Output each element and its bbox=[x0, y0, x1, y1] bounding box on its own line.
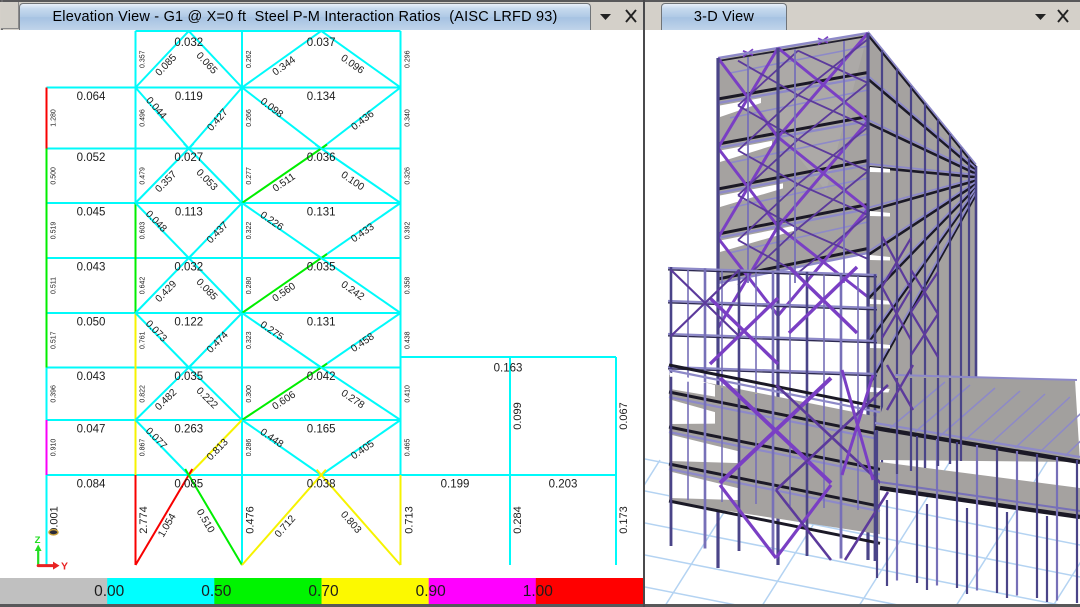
svg-text:0.042: 0.042 bbox=[307, 371, 336, 383]
svg-text:0.803: 0.803 bbox=[338, 509, 363, 536]
svg-text:0.396: 0.396 bbox=[50, 385, 57, 403]
svg-text:0.500: 0.500 bbox=[50, 167, 57, 185]
svg-text:0.073: 0.073 bbox=[143, 319, 169, 345]
svg-text:0.131: 0.131 bbox=[307, 317, 336, 329]
svg-text:0.427: 0.427 bbox=[205, 107, 230, 134]
svg-text:0.50: 0.50 bbox=[201, 583, 232, 600]
svg-text:0.113: 0.113 bbox=[175, 207, 203, 219]
svg-text:0.048: 0.048 bbox=[143, 209, 169, 235]
svg-text:0.131: 0.131 bbox=[307, 207, 336, 219]
svg-text:0.510: 0.510 bbox=[194, 507, 217, 535]
svg-text:0.813: 0.813 bbox=[205, 437, 231, 463]
svg-text:0.286: 0.286 bbox=[246, 439, 253, 457]
svg-text:0.867: 0.867 bbox=[139, 439, 146, 457]
svg-text:0.032: 0.032 bbox=[174, 262, 203, 274]
svg-text:0.044: 0.044 bbox=[143, 95, 168, 122]
svg-text:0.410: 0.410 bbox=[404, 385, 411, 403]
svg-text:0.326: 0.326 bbox=[404, 167, 411, 185]
svg-text:0.358: 0.358 bbox=[404, 277, 411, 295]
svg-text:0.519: 0.519 bbox=[50, 222, 57, 240]
svg-text:0.134: 0.134 bbox=[307, 91, 336, 103]
svg-text:0.90: 0.90 bbox=[416, 583, 447, 600]
svg-text:0.122: 0.122 bbox=[174, 317, 203, 329]
svg-text:0.405: 0.405 bbox=[349, 438, 376, 462]
svg-text:0.278: 0.278 bbox=[339, 388, 367, 411]
svg-text:0.761: 0.761 bbox=[139, 331, 146, 349]
svg-text:0.517: 0.517 bbox=[50, 331, 57, 349]
svg-text:0.465: 0.465 bbox=[404, 439, 411, 457]
svg-text:0.027: 0.027 bbox=[174, 152, 203, 164]
svg-text:0.035: 0.035 bbox=[174, 371, 203, 383]
svg-text:0.433: 0.433 bbox=[349, 221, 376, 245]
svg-text:0.036: 0.036 bbox=[307, 152, 336, 164]
svg-text:0.045: 0.045 bbox=[77, 207, 106, 219]
svg-text:0.165: 0.165 bbox=[307, 424, 336, 436]
svg-text:0.085: 0.085 bbox=[174, 479, 203, 491]
svg-text:0.242: 0.242 bbox=[339, 279, 366, 303]
svg-text:0.910: 0.910 bbox=[50, 439, 57, 457]
svg-text:0.458: 0.458 bbox=[349, 331, 377, 355]
svg-text:0.065: 0.065 bbox=[194, 50, 220, 76]
svg-text:0.047: 0.047 bbox=[77, 424, 106, 436]
svg-text:0.323: 0.323 bbox=[246, 331, 253, 349]
svg-text:0.357: 0.357 bbox=[139, 50, 146, 68]
svg-text:0.479: 0.479 bbox=[139, 167, 146, 185]
svg-text:0.099: 0.099 bbox=[512, 402, 524, 430]
svg-text:Y: Y bbox=[61, 561, 68, 573]
svg-text:0.067: 0.067 bbox=[618, 402, 630, 430]
svg-text:1.280: 1.280 bbox=[50, 109, 57, 127]
svg-text:0.642: 0.642 bbox=[139, 277, 146, 295]
svg-text:0.085: 0.085 bbox=[194, 277, 220, 303]
svg-text:0.436: 0.436 bbox=[350, 108, 377, 132]
svg-text:0.163: 0.163 bbox=[494, 363, 523, 375]
svg-text:0.437: 0.437 bbox=[205, 220, 231, 246]
svg-text:0.038: 0.038 bbox=[307, 479, 336, 491]
svg-text:0.476: 0.476 bbox=[245, 506, 257, 534]
svg-text:1.00: 1.00 bbox=[523, 583, 554, 600]
svg-text:0.173: 0.173 bbox=[618, 506, 630, 534]
svg-text:0.474: 0.474 bbox=[205, 329, 231, 355]
svg-text:0.603: 0.603 bbox=[139, 222, 146, 240]
svg-text:0.280: 0.280 bbox=[246, 277, 253, 295]
svg-text:0.050: 0.050 bbox=[77, 317, 106, 329]
svg-text:0.438: 0.438 bbox=[404, 331, 411, 349]
svg-text:0.035: 0.035 bbox=[307, 262, 336, 274]
svg-text:0.096: 0.096 bbox=[339, 53, 366, 77]
svg-text:0.266: 0.266 bbox=[246, 109, 253, 127]
svg-text:0.277: 0.277 bbox=[246, 167, 253, 185]
svg-text:0.713: 0.713 bbox=[404, 506, 416, 534]
svg-text:0.077: 0.077 bbox=[143, 426, 169, 452]
svg-text:0.00: 0.00 bbox=[94, 583, 125, 600]
svg-text:0.222: 0.222 bbox=[194, 386, 220, 412]
svg-text:2.774: 2.774 bbox=[138, 506, 150, 534]
svg-text:Z: Z bbox=[35, 535, 41, 546]
svg-text:0.084: 0.084 bbox=[77, 479, 106, 491]
svg-text:0.119: 0.119 bbox=[175, 91, 203, 103]
svg-text:0.284: 0.284 bbox=[512, 506, 524, 534]
svg-text:0.037: 0.037 bbox=[307, 37, 336, 49]
svg-text:0.340: 0.340 bbox=[404, 109, 411, 127]
svg-text:0.053: 0.053 bbox=[194, 167, 220, 193]
svg-text:0.496: 0.496 bbox=[139, 109, 146, 127]
svg-text:0.262: 0.262 bbox=[246, 50, 253, 68]
svg-text:0.322: 0.322 bbox=[246, 222, 253, 240]
svg-text:0.263: 0.263 bbox=[174, 424, 203, 436]
svg-text:0.511: 0.511 bbox=[50, 277, 57, 294]
svg-text:0.043: 0.043 bbox=[77, 262, 106, 274]
svg-text:0.392: 0.392 bbox=[404, 222, 411, 240]
svg-text:0.296: 0.296 bbox=[404, 50, 411, 68]
svg-text:0.482: 0.482 bbox=[153, 387, 179, 413]
svg-text:0.064: 0.064 bbox=[77, 91, 106, 103]
svg-text:0.052: 0.052 bbox=[77, 152, 106, 164]
svg-text:0.032: 0.032 bbox=[174, 37, 203, 49]
svg-text:0.203: 0.203 bbox=[549, 479, 578, 491]
svg-text:0.70: 0.70 bbox=[308, 583, 339, 600]
svg-text:0.100: 0.100 bbox=[339, 170, 367, 194]
svg-text:0.300: 0.300 bbox=[246, 385, 253, 403]
svg-text:0.043: 0.043 bbox=[77, 371, 106, 383]
svg-text:0.822: 0.822 bbox=[139, 385, 146, 403]
svg-text:0.199: 0.199 bbox=[441, 479, 470, 491]
